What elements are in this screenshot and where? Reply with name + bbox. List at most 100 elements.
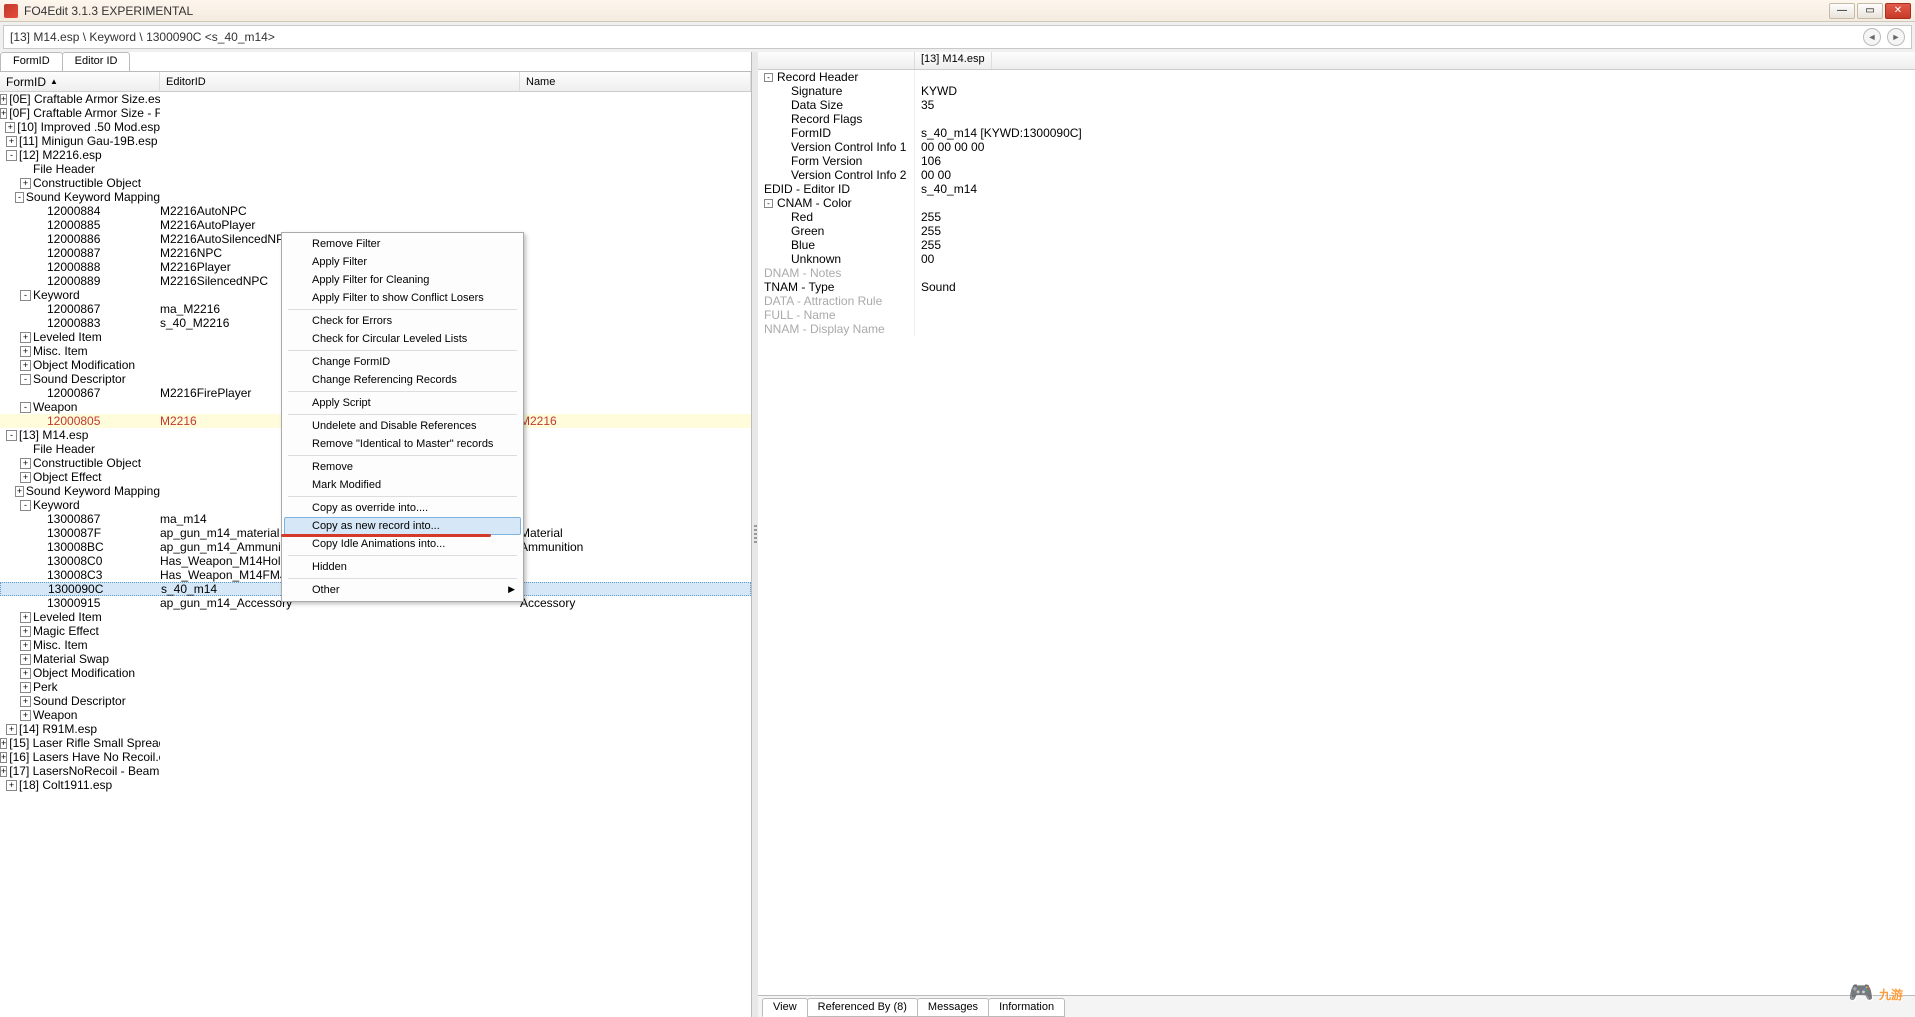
tree-row[interactable]: File Header	[0, 162, 751, 176]
expander-icon[interactable]: +	[20, 710, 31, 721]
expander-icon[interactable]: +	[20, 612, 31, 623]
context-menu-item[interactable]: Remove "Identical to Master" records	[284, 435, 521, 453]
expander-icon[interactable]: +	[20, 640, 31, 651]
expander-icon[interactable]: +	[0, 738, 7, 749]
context-menu-item[interactable]: Copy as override into....	[284, 499, 521, 517]
expander-icon[interactable]: +	[20, 178, 31, 189]
property-row[interactable]: -Green255	[758, 224, 1915, 238]
expander-icon[interactable]: +	[20, 346, 31, 357]
expander-icon[interactable]: +	[5, 122, 15, 133]
expander-icon[interactable]: +	[20, 458, 31, 469]
tree-row[interactable]: +[0E] Craftable Armor Size.esp	[0, 92, 751, 106]
tree-row[interactable]: +[16] Lasers Have No Recoil.esp	[0, 750, 751, 764]
tree-row[interactable]: +Constructible Object	[0, 176, 751, 190]
minimize-button[interactable]: —	[1829, 3, 1855, 19]
tree-row[interactable]: +[17] LasersNoRecoil - Beam Splitters Pa…	[0, 764, 751, 778]
expander-icon[interactable]: -	[20, 402, 31, 413]
expander-icon[interactable]: -	[20, 290, 31, 301]
tab-referenced-by[interactable]: Referenced By (8)	[807, 998, 918, 1017]
context-menu-item[interactable]: Copy as new record into...	[284, 517, 521, 535]
expander-icon[interactable]: +	[20, 682, 31, 693]
context-menu-item[interactable]: Check for Errors	[284, 312, 521, 330]
tree-row[interactable]: 12000885M2216AutoPlayer	[0, 218, 751, 232]
property-row[interactable]: DNAM - Notes	[758, 266, 1915, 280]
expander-icon[interactable]: +	[20, 626, 31, 637]
column-editorid[interactable]: EditorID	[160, 72, 520, 91]
expander-icon[interactable]: +	[0, 108, 7, 119]
property-row[interactable]: -FormIDs_40_m14 [KYWD:1300090C]	[758, 126, 1915, 140]
property-row[interactable]: -SignatureKYWD	[758, 84, 1915, 98]
expander-icon[interactable]: +	[20, 668, 31, 679]
expander-icon[interactable]: +	[6, 724, 17, 735]
tree-row[interactable]: +Object Modification	[0, 666, 751, 680]
context-menu-item[interactable]: Apply Script	[284, 394, 521, 412]
tree-row[interactable]: +[0F] Craftable Armor Size - Fix Materia…	[0, 106, 751, 120]
close-button[interactable]: ✕	[1885, 3, 1911, 19]
property-row[interactable]: TNAM - TypeSound	[758, 280, 1915, 294]
tree-row[interactable]: +[11] Minigun Gau-19B.esp	[0, 134, 751, 148]
expander-icon[interactable]: -	[15, 192, 24, 203]
property-row[interactable]: -Record Flags	[758, 112, 1915, 126]
maximize-button[interactable]: ▭	[1857, 3, 1883, 19]
column-name[interactable]: Name	[520, 72, 751, 91]
expander-icon[interactable]: -	[20, 374, 31, 385]
context-menu-item[interactable]: Mark Modified	[284, 476, 521, 494]
tree-row[interactable]: +Misc. Item	[0, 638, 751, 652]
expander-icon[interactable]: +	[20, 654, 31, 665]
property-grid[interactable]: -Record Header-SignatureKYWD-Data Size35…	[758, 70, 1915, 995]
property-row[interactable]: -Form Version106	[758, 154, 1915, 168]
property-row[interactable]: -Red255	[758, 210, 1915, 224]
expander-icon[interactable]: -	[6, 430, 17, 441]
context-menu-item[interactable]: Change Referencing Records	[284, 371, 521, 389]
context-menu-item[interactable]: Check for Circular Leveled Lists	[284, 330, 521, 348]
expander-icon[interactable]: +	[0, 752, 7, 763]
property-row[interactable]: -Unknown00	[758, 252, 1915, 266]
property-row[interactable]: NNAM - Display Name	[758, 322, 1915, 336]
context-menu-item[interactable]: Hidden	[284, 558, 521, 576]
context-menu-item[interactable]: Apply Filter for Cleaning	[284, 271, 521, 289]
tree-row[interactable]: +[15] Laser Rifle Small Spread Beam Spli…	[0, 736, 751, 750]
context-menu-item[interactable]: Apply Filter to show Conflict Losers	[284, 289, 521, 307]
tree-row[interactable]: +[18] Colt1911.esp	[0, 778, 751, 792]
nav-forward-button[interactable]: ►	[1887, 28, 1905, 46]
context-menu-item[interactable]: Remove	[284, 458, 521, 476]
tree-row[interactable]: +Leveled Item	[0, 610, 751, 624]
property-row[interactable]: -Version Control Info 200 00	[758, 168, 1915, 182]
property-row[interactable]: FULL - Name	[758, 308, 1915, 322]
tree-row[interactable]: +[10] Improved .50 Mod.esp	[0, 120, 751, 134]
tree-row[interactable]: +Magic Effect	[0, 624, 751, 638]
property-row[interactable]: EDID - Editor IDs_40_m14	[758, 182, 1915, 196]
expander-icon[interactable]: +	[6, 780, 17, 791]
expander-icon[interactable]: -	[20, 500, 31, 511]
expander-icon[interactable]: +	[20, 360, 31, 371]
expander-icon[interactable]: +	[0, 766, 7, 777]
tree-row[interactable]: +Material Swap	[0, 652, 751, 666]
record-tree[interactable]: +[0E] Craftable Armor Size.esp+[0F] Craf…	[0, 92, 751, 1017]
tree-row[interactable]: 12000884M2216AutoNPC	[0, 204, 751, 218]
column-formid[interactable]: FormID▲	[0, 72, 160, 91]
context-menu-item[interactable]: Copy Idle Animations into...	[284, 535, 521, 553]
tree-row[interactable]: -Sound Keyword Mapping	[0, 190, 751, 204]
expander-icon[interactable]: -	[764, 199, 773, 208]
expander-icon[interactable]: +	[0, 94, 7, 105]
tree-row[interactable]: -[12] M2216.esp	[0, 148, 751, 162]
tree-row[interactable]: +Perk	[0, 680, 751, 694]
expander-icon[interactable]: +	[20, 472, 31, 483]
tab-messages[interactable]: Messages	[917, 998, 989, 1017]
tab-view[interactable]: View	[762, 998, 808, 1017]
expander-icon[interactable]: +	[15, 486, 24, 497]
tab-formid[interactable]: FormID	[0, 52, 63, 71]
tab-editorid[interactable]: Editor ID	[62, 52, 131, 71]
tree-row[interactable]: +[14] R91M.esp	[0, 722, 751, 736]
property-row[interactable]: -Blue255	[758, 238, 1915, 252]
property-row[interactable]: -Version Control Info 100 00 00 00	[758, 140, 1915, 154]
expander-icon[interactable]: +	[20, 332, 31, 343]
context-menu-item[interactable]: Other▶	[284, 581, 521, 599]
tree-row[interactable]: +Sound Descriptor	[0, 694, 751, 708]
property-row[interactable]: -CNAM - Color	[758, 196, 1915, 210]
context-menu-item[interactable]: Change FormID	[284, 353, 521, 371]
expander-icon[interactable]: -	[6, 150, 17, 161]
expander-icon[interactable]: +	[20, 696, 31, 707]
nav-back-button[interactable]: ◄	[1863, 28, 1881, 46]
property-row[interactable]: DATA - Attraction Rule	[758, 294, 1915, 308]
